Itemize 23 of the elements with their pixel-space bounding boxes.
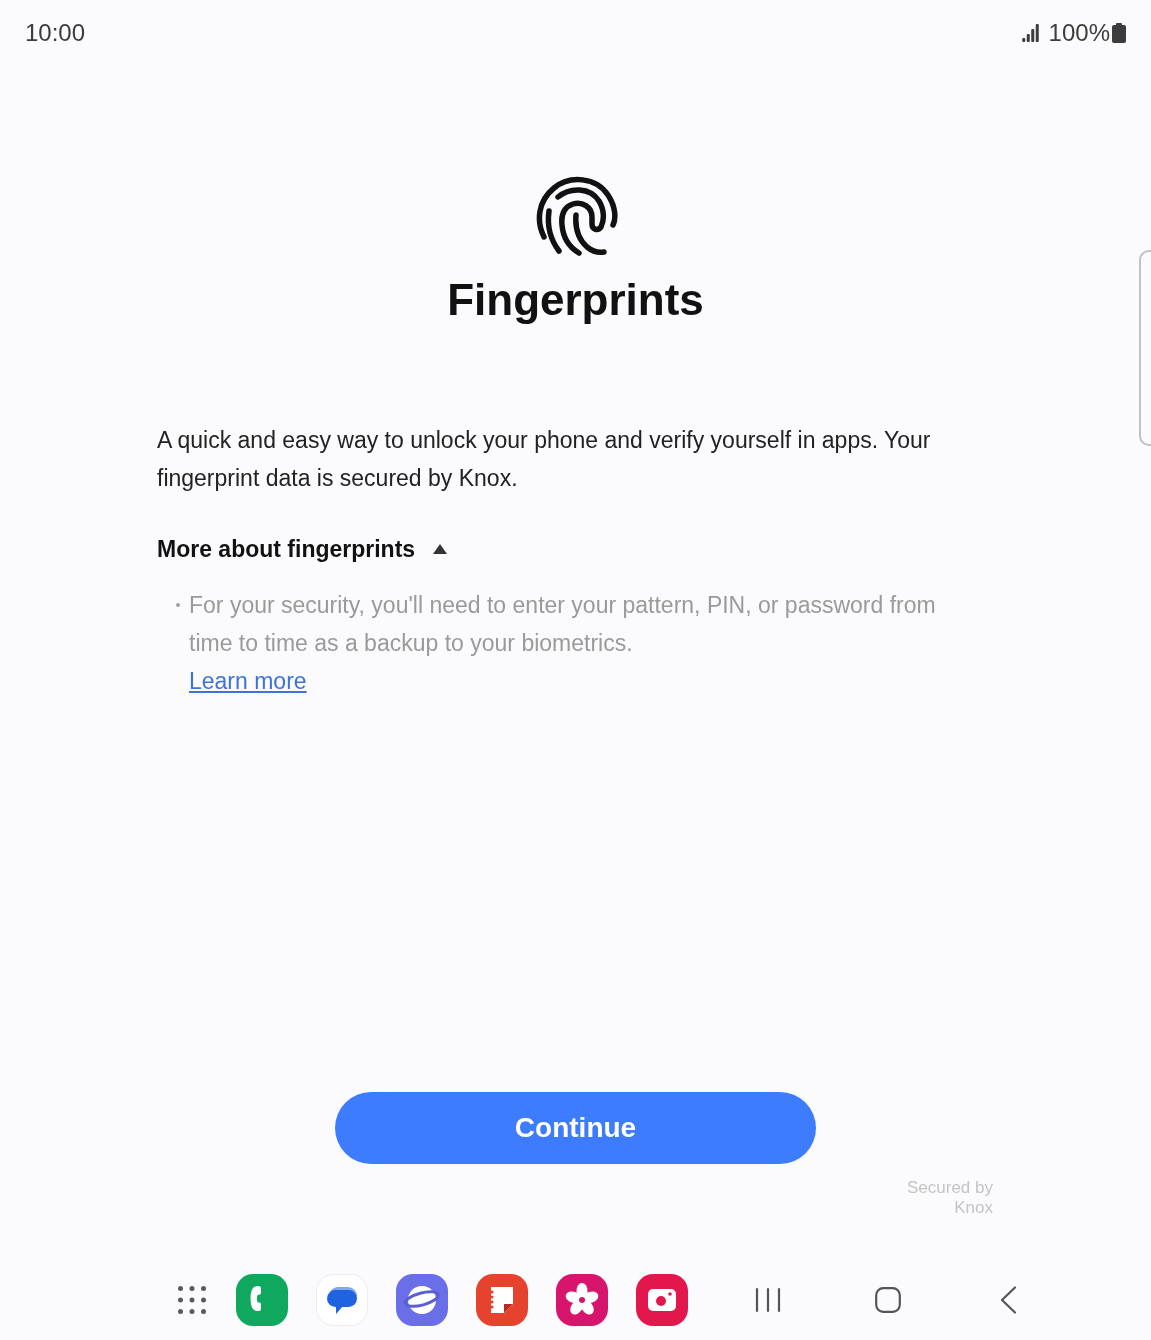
recents-icon[interactable]	[755, 1287, 781, 1313]
battery-icon	[1112, 23, 1126, 43]
edge-panel-handle[interactable]	[1139, 250, 1151, 446]
bullet-text: For your security, you'll need to enter your pattern, PIN, or password from time to time as a backup to your biometrics.	[189, 591, 937, 658]
expand-toggle[interactable]: More about fingerprints	[157, 530, 448, 568]
status-time: 10:00	[25, 21, 86, 45]
phone-icon[interactable]	[236, 1274, 288, 1326]
learn-more-link[interactable]: Learn more	[189, 662, 307, 700]
continue-button[interactable]: Continue	[335, 1092, 816, 1164]
home-icon[interactable]	[875, 1287, 901, 1313]
apps-grid-icon[interactable]	[178, 1286, 206, 1314]
bullet-icon	[176, 603, 180, 607]
secured-by-text: Secured by Knox	[906, 1178, 993, 1218]
description-text: A quick and easy way to unlock your phone and verify yourself in apps. Your fingerprint data is secured by Knox.	[157, 426, 932, 493]
signal-icon	[1021, 24, 1039, 42]
notepad-icon[interactable]	[476, 1274, 528, 1326]
planet-icon[interactable]	[396, 1274, 448, 1326]
camera-icon[interactable]	[636, 1274, 688, 1326]
battery-percentage: 100%	[1048, 21, 1110, 45]
flower-icon[interactable]	[556, 1274, 608, 1326]
page-title: Fingerprints	[447, 274, 704, 326]
chat-bubble-icon[interactable]	[316, 1274, 368, 1326]
back-icon[interactable]	[1000, 1286, 1017, 1314]
